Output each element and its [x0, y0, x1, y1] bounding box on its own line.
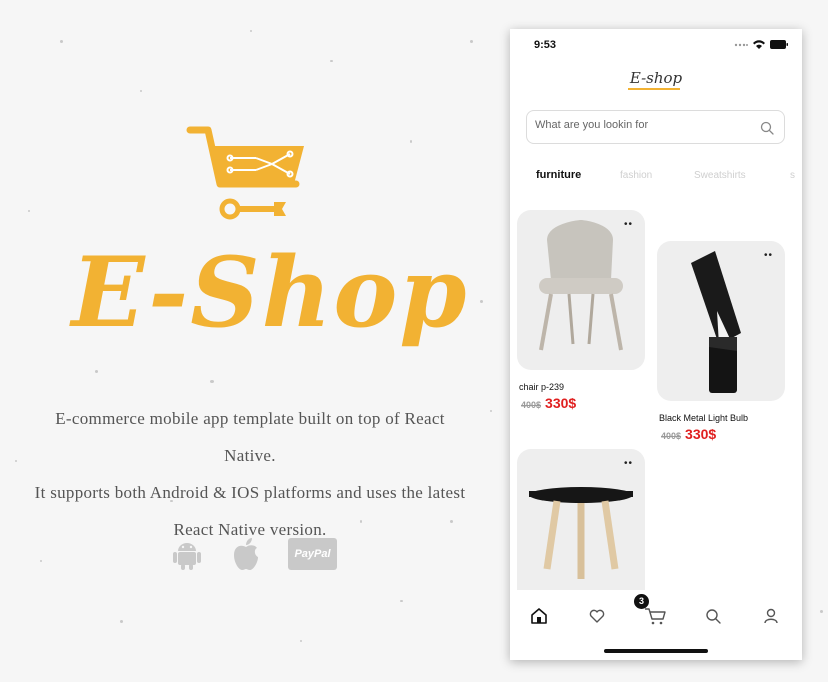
- new-price: 330$: [545, 395, 577, 411]
- profile-icon: [764, 608, 778, 624]
- search-input[interactable]: [535, 119, 750, 131]
- tagline: E-commerce mobile app template built on …: [30, 400, 470, 548]
- phone-screen: 9:53 E-shop furniture fashion Swe: [510, 29, 802, 660]
- title-underline: [628, 88, 680, 90]
- product-name: Black Metal Light Bulb: [659, 413, 749, 423]
- brand-title: E-Shop: [71, 236, 469, 349]
- paypal-icon: PayPal: [288, 538, 337, 570]
- status-icons: [734, 40, 788, 49]
- lamp-image: [691, 251, 741, 393]
- home-indicator: [604, 649, 708, 653]
- app-title: E-shop: [629, 69, 683, 87]
- battery-icon: [770, 40, 788, 49]
- side-table-image: [529, 487, 633, 579]
- product-image[interactable]: ••: [657, 241, 785, 401]
- status-bar: 9:53: [510, 29, 802, 61]
- promo-panel: E-Shop E-commerce mobile app template bu…: [0, 0, 500, 682]
- wifi-icon: [753, 40, 765, 49]
- card-menu-icon[interactable]: ••: [764, 251, 773, 261]
- nav-favorites[interactable]: [583, 604, 611, 628]
- card-menu-icon[interactable]: ••: [624, 459, 633, 469]
- price-row: 400$ 330$: [521, 395, 645, 411]
- status-time: 9:53: [534, 39, 557, 51]
- cart-badge: 3: [634, 594, 649, 609]
- tab-furniture[interactable]: furniture: [536, 169, 581, 181]
- price-row: 400$ 330$: [661, 426, 785, 442]
- chair-image: [539, 220, 623, 351]
- old-price: 400$: [661, 431, 682, 441]
- nav-profile[interactable]: [757, 604, 785, 628]
- product-image[interactable]: ••: [517, 449, 645, 609]
- tab-fashion[interactable]: fashion: [620, 170, 652, 181]
- tagline-line: E-commerce mobile app template built on …: [55, 409, 445, 465]
- category-tabs: furniture fashion Sweatshirts s: [536, 169, 802, 185]
- apple-icon: [234, 538, 258, 570]
- new-price: 330$: [685, 426, 717, 442]
- home-icon: [531, 608, 547, 624]
- heart-icon: [589, 609, 605, 623]
- product-card[interactable]: •• chair p-239 400$ 330$: [517, 210, 645, 411]
- nav-home[interactable]: [525, 604, 553, 628]
- product-name: chair p-239: [519, 382, 565, 392]
- search-bar[interactable]: [526, 110, 785, 144]
- tagline-line: It supports both Android & IOS platforms…: [34, 483, 466, 502]
- search-icon[interactable]: [760, 121, 774, 135]
- old-price: 400$: [521, 400, 542, 410]
- android-icon: [173, 543, 201, 570]
- signal-icon: [734, 43, 748, 46]
- product-image[interactable]: ••: [517, 210, 645, 370]
- shopping-cart-logo: [186, 126, 304, 220]
- cart-icon: [645, 608, 666, 625]
- platform-icons: PayPal: [170, 537, 337, 571]
- product-card[interactable]: ••: [517, 449, 645, 609]
- tab-more[interactable]: s: [790, 170, 795, 181]
- tab-sweatshirts[interactable]: Sweatshirts: [694, 170, 746, 181]
- nav-search[interactable]: [699, 604, 727, 628]
- card-menu-icon[interactable]: ••: [624, 220, 633, 230]
- product-card[interactable]: •• Black Metal Light Bulb 400$ 330$: [657, 241, 785, 442]
- search-icon: [706, 609, 721, 624]
